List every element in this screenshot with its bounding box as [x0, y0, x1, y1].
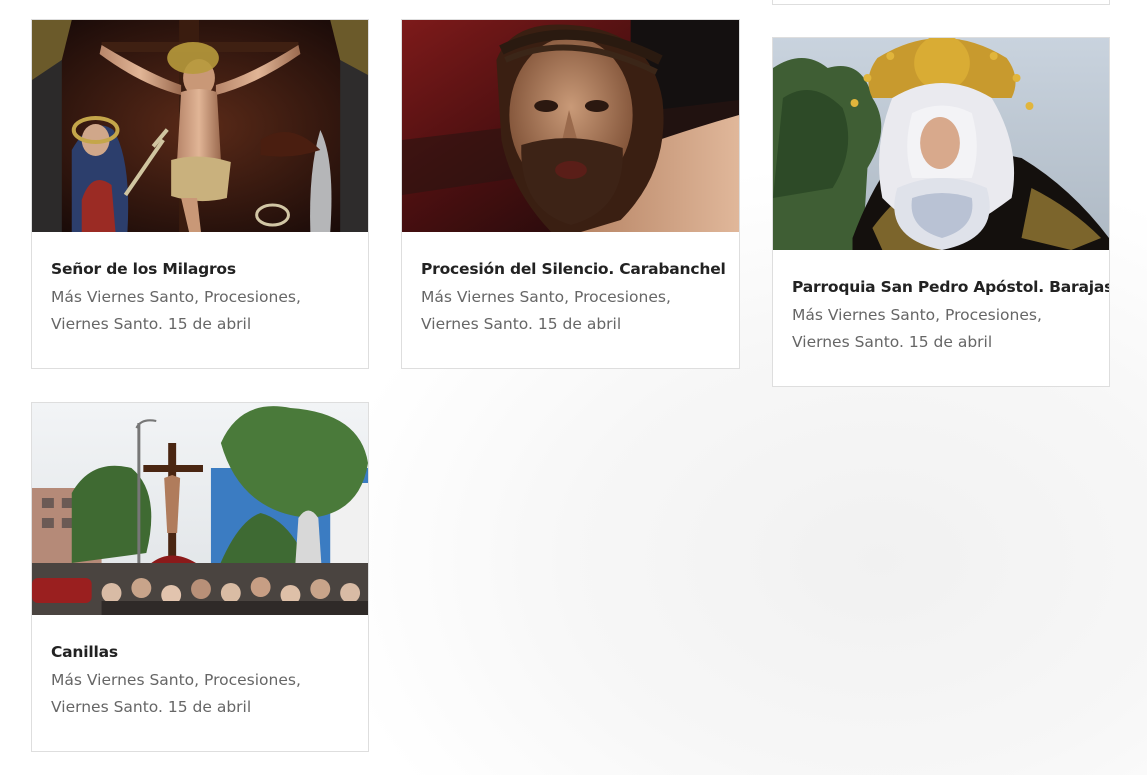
event-card-body: Señor de los Milagros Más Viernes Santo,…	[32, 232, 368, 368]
event-meta: Más Viernes Santo, Procesiones, Viernes …	[792, 306, 1042, 351]
category-link[interactable]: Viernes Santo. 15 de abril	[51, 698, 251, 716]
event-title[interactable]: Canillas	[51, 643, 350, 661]
category-link[interactable]: Más Viernes Santo	[51, 288, 194, 306]
category-link[interactable]: Procesiones	[945, 306, 1037, 324]
event-card[interactable]: Procesión del Silencio. Carabanchel Más …	[401, 19, 740, 369]
event-meta: Más Viernes Santo, Procesiones, Viernes …	[421, 288, 671, 333]
category-link[interactable]: Procesiones	[204, 671, 296, 689]
event-image[interactable]	[773, 38, 1109, 250]
category-link[interactable]: Más Viernes Santo	[792, 306, 935, 324]
category-link[interactable]: Más Viernes Santo	[51, 671, 194, 689]
street-procession-image	[32, 403, 368, 615]
category-link[interactable]: Procesiones	[204, 288, 296, 306]
event-card[interactable]: Parroquia San Pedro Apóstol. Barajas Más…	[772, 37, 1110, 387]
event-meta: Más Viernes Santo, Procesiones, Viernes …	[51, 288, 301, 333]
partial-card-top	[772, 0, 1110, 5]
category-link[interactable]: Viernes Santo. 15 de abril	[421, 315, 621, 333]
category-link[interactable]: Más Viernes Santo	[421, 288, 564, 306]
event-card[interactable]: Señor de los Milagros Más Viernes Santo,…	[31, 19, 369, 369]
event-meta: Más Viernes Santo, Procesiones, Viernes …	[51, 671, 301, 716]
event-image[interactable]	[402, 20, 739, 232]
event-card-body: Procesión del Silencio. Carabanchel Más …	[402, 232, 739, 368]
christ-face-image	[402, 20, 739, 232]
event-card-body: Parroquia San Pedro Apóstol. Barajas Más…	[773, 250, 1109, 386]
event-card[interactable]: Canillas Más Viernes Santo, Procesiones,…	[31, 402, 369, 752]
event-image[interactable]	[32, 403, 368, 615]
category-link[interactable]: Viernes Santo. 15 de abril	[792, 333, 992, 351]
event-image[interactable]	[32, 20, 368, 232]
event-card-body: Canillas Más Viernes Santo, Procesiones,…	[32, 615, 368, 751]
virgin-statue-image	[773, 38, 1109, 250]
category-link[interactable]: Viernes Santo. 15 de abril	[51, 315, 251, 333]
event-title[interactable]: Parroquia San Pedro Apóstol. Barajas	[792, 278, 1109, 296]
event-title[interactable]: Procesión del Silencio. Carabanchel	[421, 260, 726, 278]
event-title[interactable]: Señor de los Milagros	[51, 260, 350, 278]
crucifix-painting-image	[32, 20, 368, 232]
category-link[interactable]: Procesiones	[574, 288, 666, 306]
